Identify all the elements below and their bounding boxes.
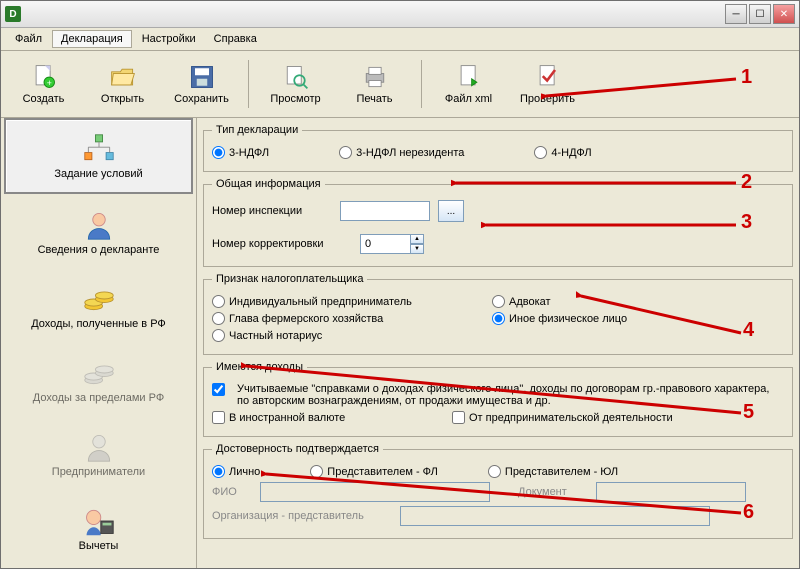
input-fio xyxy=(260,482,490,502)
close-button[interactable]: ✕ xyxy=(773,4,795,24)
sidebar-entrepreneurs[interactable]: Предприниматели xyxy=(6,418,191,490)
radio-rep-ul[interactable]: Представителем - ЮЛ xyxy=(488,465,618,478)
legend-income: Имеются доходы xyxy=(212,361,307,373)
svg-text:+: + xyxy=(46,78,51,88)
button-inspection-lookup[interactable]: ... xyxy=(438,200,464,222)
check-foreign-currency[interactable]: В иностранной валюте xyxy=(212,411,412,424)
print-icon xyxy=(361,63,389,91)
coins-icon xyxy=(81,283,117,315)
group-authenticity: Достоверность подтверждается Лично Предс… xyxy=(203,443,793,539)
tb-preview[interactable]: Просмотр xyxy=(257,55,334,113)
radio-3ndfl[interactable]: 3-НДФЛ xyxy=(212,146,269,159)
tb-preview-label: Просмотр xyxy=(270,93,320,105)
check-icon xyxy=(534,63,562,91)
sidebar-declarant-label: Сведения о декларанте xyxy=(38,244,160,256)
sidebar-declarant[interactable]: Сведения о декларанте xyxy=(6,196,191,268)
sidebar: Задание условий Сведения о декларанте До… xyxy=(1,118,197,569)
sidebar-conditions-label: Задание условий xyxy=(54,168,142,180)
tb-save-label: Сохранить xyxy=(174,93,229,105)
tb-xml[interactable]: Файл xml xyxy=(430,55,507,113)
tb-create-label: Создать xyxy=(23,93,65,105)
sidebar-income-rf[interactable]: Доходы, полученные в РФ xyxy=(6,270,191,342)
tb-xml-label: Файл xml xyxy=(445,93,492,105)
tb-open-label: Открыть xyxy=(101,93,144,105)
sidebar-deductions[interactable]: Вычеты xyxy=(6,492,191,564)
legend-authenticity: Достоверность подтверждается xyxy=(212,443,383,455)
tb-create[interactable]: + Создать xyxy=(5,55,82,113)
entrepreneur-icon xyxy=(81,431,117,463)
input-org xyxy=(400,506,710,526)
tb-print[interactable]: Печать xyxy=(336,55,413,113)
menu-file[interactable]: Файл xyxy=(7,31,50,47)
spin-down[interactable]: ▼ xyxy=(410,244,424,254)
group-general: Общая информация Номер инспекции ... Ном… xyxy=(203,178,793,267)
tb-check-label: Проверить xyxy=(520,93,575,105)
app-icon: D xyxy=(5,6,21,22)
tb-check[interactable]: Проверить xyxy=(509,55,586,113)
radio-3ndfl-nonres[interactable]: 3-НДФЛ нерезидента xyxy=(339,146,464,159)
legend-decl-type: Тип декларации xyxy=(212,124,302,136)
check-income-cert[interactable] xyxy=(212,383,225,396)
minimize-button[interactable]: ─ xyxy=(725,4,747,24)
deductions-icon xyxy=(81,505,117,537)
menu-declaration[interactable]: Декларация xyxy=(52,30,132,48)
group-income: Имеются доходы Учитываемые "справками о … xyxy=(203,361,793,437)
legend-general: Общая информация xyxy=(212,178,325,190)
toolbar-separator xyxy=(421,60,422,108)
toolbar-separator xyxy=(248,60,249,108)
sidebar-income-abroad[interactable]: Доходы за пределами РФ xyxy=(6,344,191,416)
radio-notary[interactable]: Частный нотариус xyxy=(212,329,322,342)
input-document xyxy=(596,482,746,502)
coins-gray-icon xyxy=(81,357,117,389)
label-correction: Номер корректировки xyxy=(212,238,332,250)
radio-lawyer[interactable]: Адвокат xyxy=(492,295,551,308)
mainpane: Тип декларации 3-НДФЛ 3-НДФЛ нерезидента… xyxy=(197,118,799,569)
save-icon xyxy=(188,63,216,91)
radio-4ndfl[interactable]: 4-НДФЛ xyxy=(534,146,591,159)
menu-help[interactable]: Справка xyxy=(206,31,265,47)
label-income-cert: Учитываемые "справками о доходах физичес… xyxy=(237,383,784,407)
radio-farmer[interactable]: Глава фермерского хозяйства xyxy=(212,312,452,325)
sidebar-entrepreneurs-label: Предприниматели xyxy=(52,466,145,478)
sidebar-deductions-label: Вычеты xyxy=(79,540,119,552)
check-business[interactable]: От предпринимательской деятельности xyxy=(452,411,673,424)
group-taxpayer: Признак налогоплательщика Индивидуальный… xyxy=(203,273,793,355)
person-icon xyxy=(81,209,117,241)
sidebar-income-abroad-label: Доходы за пределами РФ xyxy=(33,392,164,404)
sidebar-income-rf-label: Доходы, полученные в РФ xyxy=(31,318,166,330)
content: Задание условий Сведения о декларанте До… xyxy=(1,118,799,569)
group-decl-type: Тип декларации 3-НДФЛ 3-НДФЛ нерезидента… xyxy=(203,124,793,172)
radio-other-person[interactable]: Иное физическое лицо xyxy=(492,312,627,325)
tb-save[interactable]: Сохранить xyxy=(163,55,240,113)
menubar: Файл Декларация Настройки Справка xyxy=(1,28,799,51)
maximize-button[interactable]: ☐ xyxy=(749,4,771,24)
spin-up[interactable]: ▲ xyxy=(410,234,424,244)
menu-settings[interactable]: Настройки xyxy=(134,31,204,47)
sidebar-conditions[interactable]: Задание условий xyxy=(4,118,193,194)
tb-open[interactable]: Открыть xyxy=(84,55,161,113)
tb-print-label: Печать xyxy=(356,93,392,105)
label-document: Документ xyxy=(518,486,588,498)
preview-icon xyxy=(282,63,310,91)
radio-ip[interactable]: Индивидуальный предприниматель xyxy=(212,295,452,308)
input-inspection[interactable] xyxy=(340,201,430,221)
label-fio: ФИО xyxy=(212,486,252,498)
folder-open-icon xyxy=(109,63,137,91)
radio-rep-fl[interactable]: Представителем - ФЛ xyxy=(310,465,438,478)
legend-taxpayer: Признак налогоплательщика xyxy=(212,273,367,285)
label-org: Организация - представитель xyxy=(212,510,392,522)
conditions-icon xyxy=(81,133,117,165)
app-window: D ─ ☐ ✕ Файл Декларация Настройки Справк… xyxy=(0,0,800,569)
xml-file-icon xyxy=(455,63,483,91)
titlebar: D ─ ☐ ✕ xyxy=(1,1,799,28)
new-doc-icon: + xyxy=(30,63,58,91)
label-inspection: Номер инспекции xyxy=(212,205,332,217)
radio-personally[interactable]: Лично xyxy=(212,465,260,478)
toolbar: + Создать Открыть Сохранить Просмотр Печ… xyxy=(1,51,799,118)
